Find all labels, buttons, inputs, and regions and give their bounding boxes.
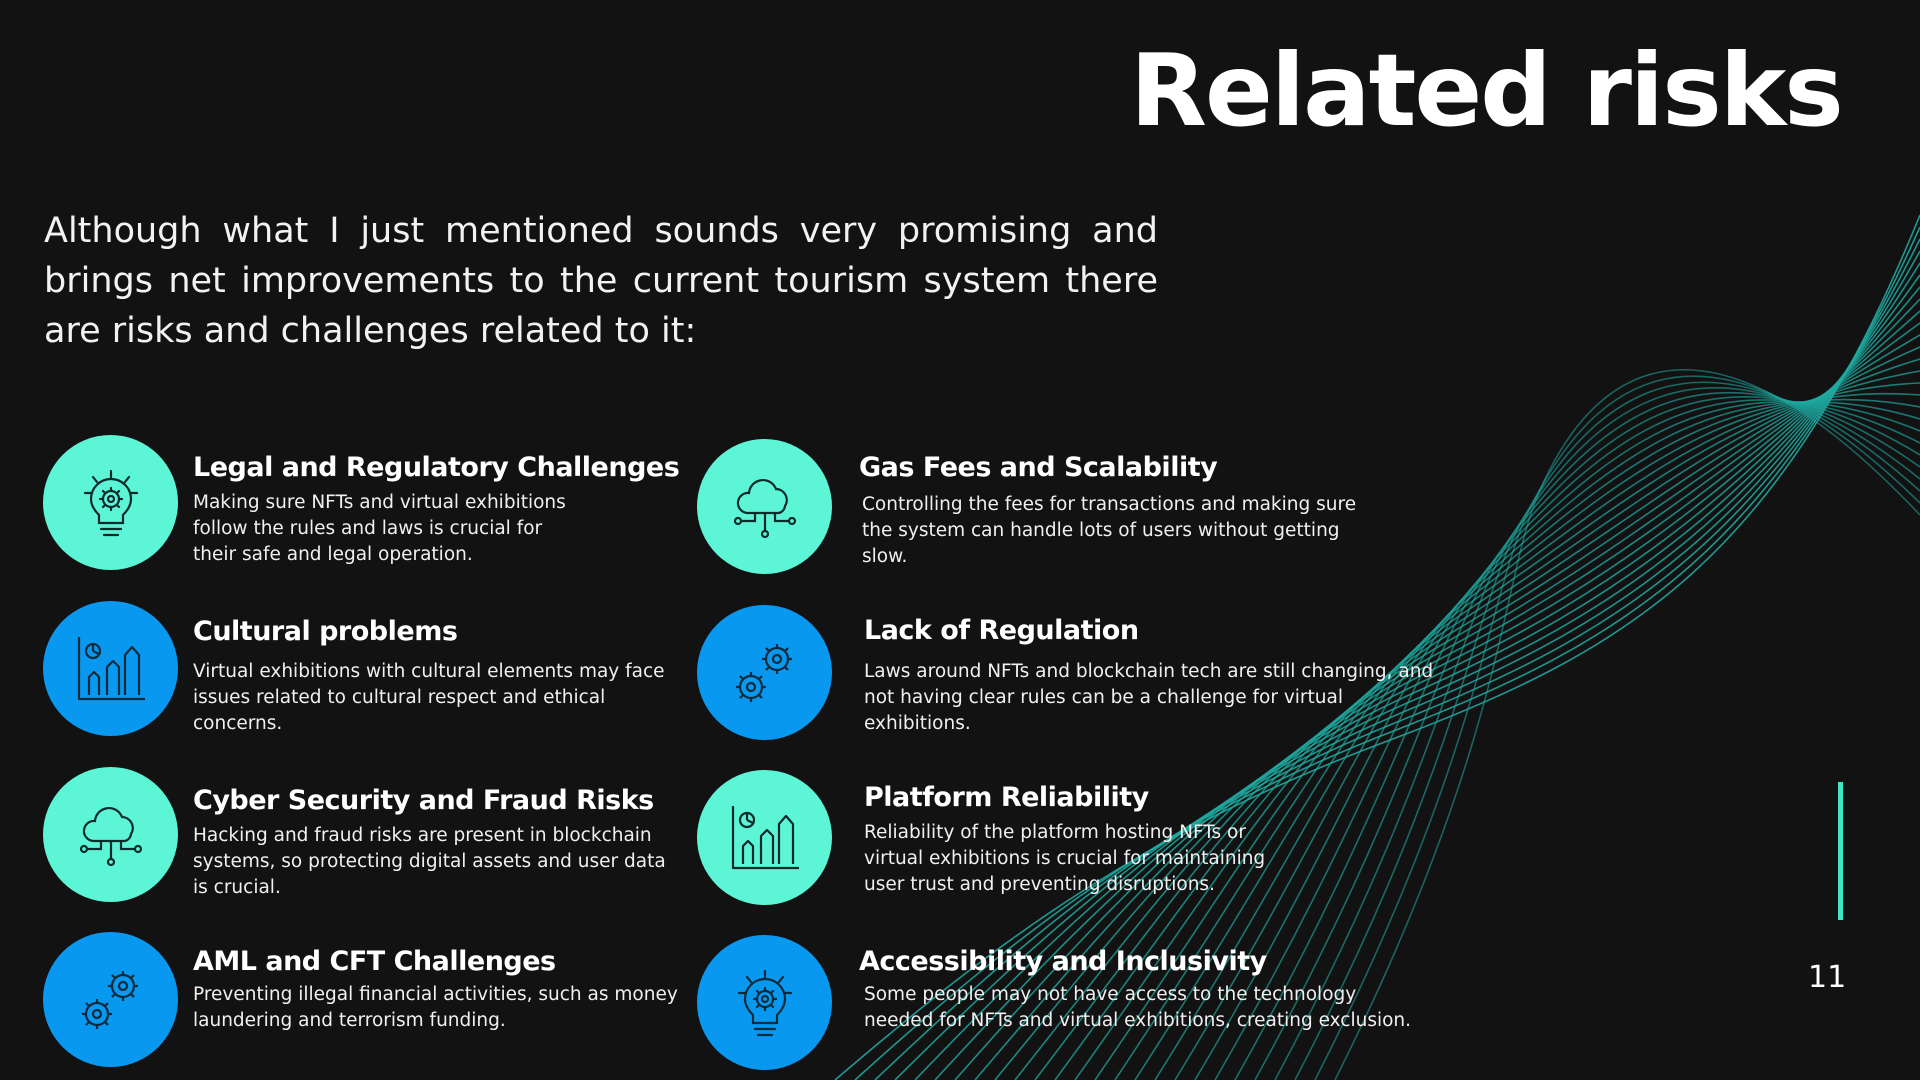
risk-description: Hacking and fraud risks are present in b… [193,825,666,898]
slide-title: Related risks [1130,32,1844,149]
growth-chart-icon [731,805,799,869]
risk-description: Controlling the fees for transactions an… [862,494,1357,567]
cloud-network-icon [79,806,142,866]
accent-line [1838,782,1843,920]
cloud-network-icon [733,478,796,538]
risk-title: Lack of Regulation [864,615,1139,646]
risk-icon-circle [43,601,178,736]
risk-title: Cyber Security and Fraud Risks [193,785,654,816]
risk-title: AML and CFT Challenges [193,946,556,977]
lightbulb-gear-icon [83,469,138,536]
gears-icon [81,970,138,1029]
risk-icon-circle [43,932,178,1067]
risk-icon-circle [697,935,832,1070]
risk-title: Legal and Regulatory Challenges [193,452,680,483]
risk-icon-circle [697,439,832,574]
risk-icon-circle [43,435,178,570]
risk-description: Making sure NFTs and virtual exhibitions… [193,492,566,565]
growth-chart-icon [77,636,145,700]
risk-description: Laws around NFTs and blockchain tech are… [864,661,1434,734]
risk-description: Some people may not have access to the t… [864,984,1412,1031]
lightbulb-gear-icon [737,969,792,1036]
intro-paragraph: Although what I just mentioned sounds ve… [44,211,1158,351]
risk-description: Reliability of the platform hosting NFTs… [864,822,1266,895]
gears-icon [735,643,792,702]
risk-title: Accessibility and Inclusivity [859,946,1267,977]
risk-title: Platform Reliability [864,782,1149,813]
risk-icon-circle [43,767,178,902]
risk-title: Cultural problems [193,616,458,647]
risk-title: Gas Fees and Scalability [859,452,1218,483]
risk-icon-circle [697,605,832,740]
page-number: 11 [1808,960,1847,995]
risk-description: Virtual exhibitions with cultural elemen… [193,661,665,734]
risk-icon-circle [697,770,832,905]
risk-description: Preventing illegal financial activities,… [193,984,678,1031]
